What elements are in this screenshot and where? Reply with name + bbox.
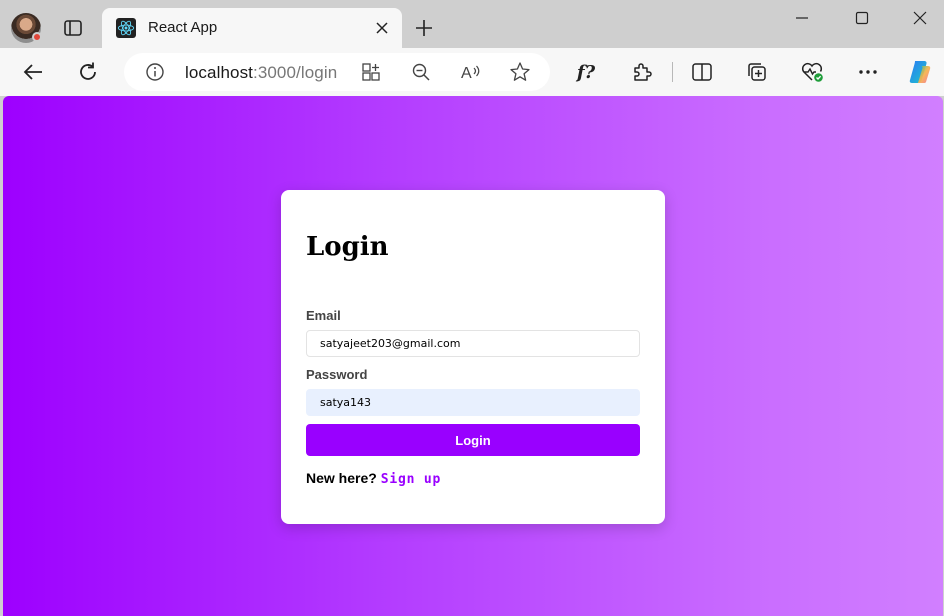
zoom-out-icon[interactable]	[408, 59, 434, 85]
copilot-icon[interactable]	[904, 56, 936, 88]
toolbar-divider	[672, 62, 673, 82]
favorite-star-icon[interactable]	[507, 59, 533, 85]
browser-essentials-icon[interactable]	[796, 56, 828, 88]
signup-prompt: New here?	[306, 470, 377, 486]
browser-toolbar: localhost:3000/login A f?	[0, 48, 944, 96]
collections-icon[interactable]	[741, 56, 773, 88]
react-logo-icon	[116, 18, 136, 38]
tab-title: React App	[148, 19, 218, 36]
back-icon[interactable]	[17, 56, 49, 88]
email-label: Email	[306, 308, 341, 323]
maximize-icon[interactable]	[838, 6, 886, 30]
close-icon[interactable]	[372, 18, 392, 38]
page-background: Login Email Password Login New here? Sig…	[3, 96, 943, 616]
site-info-icon[interactable]	[142, 59, 168, 85]
address-bar[interactable]: localhost:3000/login A	[124, 53, 550, 91]
email-field[interactable]	[306, 330, 640, 357]
tab-strip: React App	[0, 0, 944, 48]
font-f-icon[interactable]: f?	[570, 56, 602, 88]
profile-avatar[interactable]	[11, 13, 42, 43]
signup-link[interactable]: Sign up	[381, 472, 441, 487]
tab-actions-icon[interactable]	[58, 14, 88, 42]
new-tab-icon[interactable]	[410, 14, 438, 42]
login-button[interactable]: Login	[306, 424, 640, 456]
window-close-icon[interactable]	[896, 6, 944, 30]
recording-dot-icon	[32, 32, 42, 42]
minimize-icon[interactable]	[778, 6, 826, 30]
signup-row: New here? Sign up	[306, 470, 441, 487]
svg-text:A: A	[461, 65, 472, 82]
read-aloud-icon[interactable]: A	[458, 59, 484, 85]
password-label: Password	[306, 367, 368, 382]
app-available-icon[interactable]	[358, 59, 384, 85]
extensions-icon[interactable]	[626, 56, 658, 88]
login-card: Login Email Password Login New here? Sig…	[281, 190, 665, 524]
refresh-icon[interactable]	[72, 56, 104, 88]
password-field[interactable]	[306, 389, 640, 416]
more-icon[interactable]	[852, 56, 884, 88]
url-text: localhost:3000/login	[185, 63, 338, 82]
login-title: Login	[306, 232, 389, 262]
browser-tab-active[interactable]: React App	[102, 8, 402, 48]
split-screen-icon[interactable]	[686, 56, 718, 88]
